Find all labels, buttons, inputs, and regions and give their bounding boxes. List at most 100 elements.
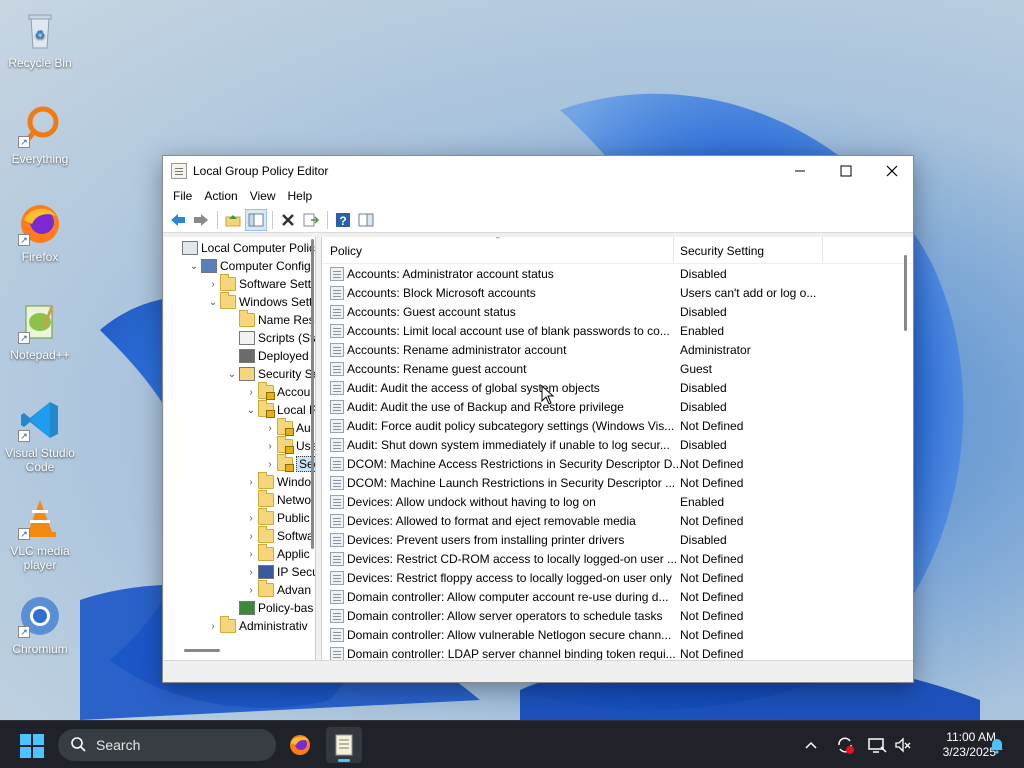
policy-row[interactable]: Devices: Restrict CD-ROM access to local… [322,549,902,568]
expand-chevron-icon[interactable]: › [244,477,258,488]
expand-chevron-icon[interactable]: › [244,585,258,596]
tree-item[interactable]: ⌄ Local P [244,400,315,419]
policy-row[interactable]: Devices: Prevent users from installing p… [322,530,902,549]
expand-chevron-icon[interactable]: › [244,387,258,398]
policy-row[interactable]: Audit: Shut down system immediately if u… [322,435,902,454]
help-icon[interactable]: ? [332,209,354,231]
policy-row[interactable]: Domain controller: Allow server operator… [322,606,902,625]
expand-chevron-icon[interactable]: › [263,441,277,452]
tree-horizontal-scrollbar[interactable] [184,649,220,652]
maximize-button[interactable] [823,156,869,185]
minimize-button[interactable] [777,156,823,185]
expand-chevron-icon[interactable]: › [206,621,220,632]
tree-item[interactable]: › IP Secu [244,563,315,581]
expand-chevron-icon[interactable]: › [263,459,277,470]
column-header-policy[interactable]: Policy [330,244,362,258]
desktop-icon-vlc[interactable]: ↗ VLC media player [4,496,76,572]
menu-file[interactable]: File [167,189,198,203]
menu-action[interactable]: Action [198,189,243,203]
collapse-chevron-icon[interactable]: ⌄ [225,369,239,380]
network-icon[interactable] [867,721,887,768]
properties-pane-icon[interactable] [355,209,377,231]
expand-chevron-icon[interactable]: › [206,279,220,290]
taskbar-search[interactable]: Search [58,729,276,761]
policy-row[interactable]: Accounts: Rename guest account Guest [322,359,902,378]
collapse-chevron-icon[interactable]: ⌄ [187,261,201,272]
policy-row[interactable]: Audit: Force audit policy subcategory se… [322,416,902,435]
security-setting-value: Not Defined [680,646,744,661]
desktop-icon-chromium[interactable]: ↗ Chromium [4,594,76,656]
policy-row[interactable]: DCOM: Machine Access Restrictions in Sec… [322,454,902,473]
desktop-icon-firefox[interactable]: ↗ Firefox [4,202,76,264]
taskbar-firefox[interactable] [282,727,318,763]
menu-help[interactable]: Help [282,189,319,203]
export-list-icon[interactable] [300,209,322,231]
tree-item[interactable]: › Accou [244,382,310,401]
policy-row[interactable]: Accounts: Guest account status Disabled [322,302,902,321]
update-status-icon[interactable] [835,721,855,768]
expand-chevron-icon[interactable]: › [244,531,258,542]
column-divider[interactable] [822,237,823,263]
policy-row[interactable]: Devices: Allow undock without having to … [322,492,902,511]
title-bar[interactable]: Local Group Policy Editor [163,156,913,185]
forward-arrow-icon[interactable] [190,209,212,231]
policy-row[interactable]: Domain controller: Allow computer accoun… [322,587,902,606]
tree-item[interactable]: › Public [244,508,310,527]
column-divider[interactable] [673,237,674,263]
tree-item[interactable]: Deployed [225,347,309,365]
policy-row[interactable]: Accounts: Rename administrator account Ad… [322,340,902,359]
taskbar-group-policy-editor[interactable] [326,727,362,763]
desktop-icon-vscode[interactable]: ↗ Visual Studio Code [4,398,76,474]
tree-item[interactable]: › Au [263,418,311,437]
policy-row[interactable]: Devices: Allowed to format and eject rem… [322,511,902,530]
notifications-bell-icon[interactable] [988,721,1006,768]
delete-icon[interactable] [277,209,299,231]
expand-chevron-icon[interactable]: › [244,513,258,524]
tree-item[interactable]: Netwo [244,490,311,509]
tree-item[interactable]: › Administrativ [206,616,308,635]
desktop-icon-recycle-bin[interactable]: ♻ Recycle Bin [4,8,76,70]
collapse-chevron-icon[interactable]: ⌄ [244,405,258,416]
policy-row[interactable]: Devices: Restrict floppy access to local… [322,568,902,587]
tree-item[interactable]: › Use [263,436,315,455]
column-header-security-setting[interactable]: Security Setting [680,244,764,258]
tree-item[interactable]: › Softwa [244,526,314,545]
tree-item[interactable]: › Windo [244,472,311,491]
expand-chevron-icon[interactable]: › [263,423,277,434]
desktop-icon-everything[interactable]: ↗ Everything [4,104,76,166]
tree-item[interactable]: Local Computer Polic [168,239,315,257]
tree-item[interactable]: Name Res [225,310,315,329]
tree-item[interactable]: ›Sec [263,454,315,473]
menu-view[interactable]: View [244,189,282,203]
start-button[interactable] [20,734,44,758]
tree-item[interactable]: › Software Setti [206,274,314,293]
show-hide-console-tree-icon[interactable] [245,208,267,231]
policy-row[interactable]: Accounts: Administrator account status Di… [322,264,902,283]
tree-item[interactable]: › Applic [244,544,310,563]
policy-row[interactable]: Audit: Audit the use of Backup and Resto… [322,397,902,416]
tree-item[interactable]: Policy-bas [225,599,313,617]
tree-item[interactable]: Scripts (Sta [225,329,315,347]
close-button[interactable] [869,156,915,185]
tree-item[interactable]: ⌄ Windows Sett [206,292,312,311]
show-hidden-icons-button[interactable] [803,721,819,768]
expand-chevron-icon[interactable]: › [244,549,258,560]
volume-muted-icon[interactable] [893,721,913,768]
back-arrow-icon[interactable] [167,209,189,231]
policy-row[interactable]: DCOM: Machine Launch Restrictions in Sec… [322,473,902,492]
policy-row[interactable]: Domain controller: LDAP server channel b… [322,644,902,660]
collapse-chevron-icon[interactable]: ⌄ [206,297,220,308]
desktop-icon-notepad-plus-plus[interactable]: ↗ Notepad++ [4,300,76,362]
expand-chevron-icon[interactable]: › [244,567,258,578]
policy-row[interactable]: Accounts: Block Microsoft accounts Users … [322,283,902,302]
tree-item[interactable]: ⌄ Computer Config [187,257,311,275]
policy-row[interactable]: Accounts: Limit local account use of bla… [322,321,902,340]
policy-row[interactable]: Domain controller: Allow vulnerable Netl… [322,625,902,644]
tree-item[interactable]: › Advan [244,580,311,599]
tree-item[interactable]: ⌄ Security Se [225,365,315,383]
taskbar-clock[interactable]: 11:00 AM 3/23/2025 [916,730,996,760]
policy-row[interactable]: Audit: Audit the access of global system… [322,378,902,397]
list-vertical-scrollbar[interactable] [904,255,907,331]
tree-vertical-scrollbar[interactable] [311,239,314,549]
up-folder-icon[interactable] [222,209,244,231]
